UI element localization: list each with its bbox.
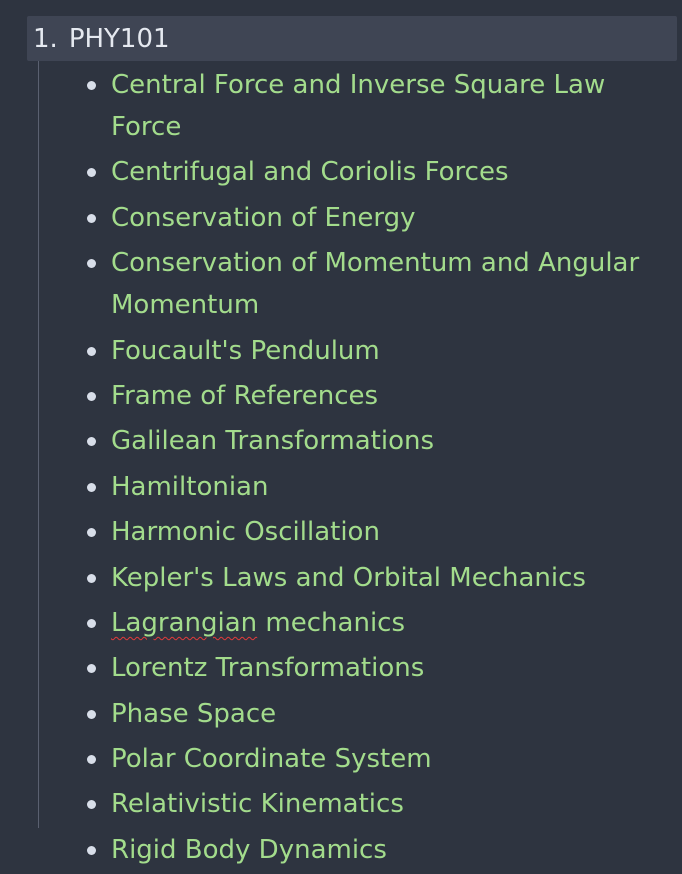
bullet-icon — [87, 800, 96, 810]
list-item[interactable]: Centrifugal and Coriolis Forces — [82, 151, 662, 193]
list-item[interactable]: Conservation of Momentum and Angular Mom… — [82, 242, 662, 326]
list-item-text: Hamiltonian — [111, 471, 269, 502]
list-item-text: Lorentz Transformations — [111, 653, 425, 684]
bullet-icon — [87, 346, 96, 356]
list-item-text: Centrifugal and Coriolis Forces — [111, 157, 509, 188]
list-item-text: Harmonic Oscillation — [111, 517, 380, 548]
list-item[interactable]: Kepler's Laws and Orbital Mechanics — [82, 557, 662, 599]
topic-list: Central Force and Inverse Square Law For… — [82, 64, 662, 874]
bullet-icon — [87, 618, 96, 628]
list-item-text: Kepler's Laws and Orbital Mechanics — [111, 562, 586, 593]
list-item[interactable]: Harmonic Oscillation — [82, 511, 662, 553]
outline-editor: 1. PHY101 Central Force and Inverse Squa… — [0, 0, 682, 865]
bullet-icon — [87, 213, 96, 223]
list-item-text: Frame of References — [111, 380, 379, 411]
list-item[interactable]: Central Force and Inverse Square Law For… — [82, 64, 662, 148]
list-item-text: Rigid Body Dynamics — [111, 834, 387, 865]
bullet-icon — [87, 755, 96, 765]
indent-guide-line — [38, 61, 39, 828]
list-item[interactable]: Rigid Body Dynamics — [82, 829, 662, 871]
outline-header-row[interactable]: 1. PHY101 — [27, 16, 677, 61]
list-item[interactable]: Polar Coordinate System — [82, 738, 662, 780]
list-item-text: Phase Space — [111, 698, 277, 729]
outline-header-title: PHY101 — [68, 23, 170, 54]
bullet-icon — [87, 81, 96, 90]
list-item-text: mechanics — [257, 607, 406, 638]
bullet-icon — [87, 437, 96, 447]
list-item[interactable]: Relativistic Kinematics — [82, 783, 662, 825]
list-item[interactable]: Hamiltonian — [82, 466, 662, 508]
list-item-text: Central Force and Inverse Square Law For… — [111, 70, 606, 142]
bullet-icon — [87, 709, 96, 719]
list-item[interactable]: Phase Space — [82, 693, 662, 735]
list-item[interactable]: Frame of References — [82, 375, 662, 417]
list-item-text: Conservation of Momentum and Angular Mom… — [111, 248, 640, 321]
bullet-icon — [87, 573, 96, 583]
list-number: 1. — [33, 23, 58, 54]
list-item[interactable]: Lorentz Transformations — [82, 647, 662, 689]
bullet-icon — [87, 168, 96, 178]
list-item-text: Polar Coordinate System — [111, 744, 432, 775]
bullet-icon — [87, 664, 96, 674]
list-item-text: Conservation of Energy — [111, 202, 416, 233]
misspelled-word[interactable]: Lagrangian — [111, 608, 257, 638]
bullet-icon — [87, 259, 96, 269]
list-item[interactable]: Foucault's Pendulum — [82, 330, 662, 372]
list-item-text: Galilean Transformations — [111, 426, 435, 457]
list-item[interactable]: Conservation of Energy — [82, 197, 662, 239]
bullet-icon — [87, 391, 96, 401]
list-item[interactable]: Lagrangian mechanics — [82, 602, 662, 644]
bullet-icon — [87, 482, 96, 492]
bullet-icon — [87, 845, 96, 855]
list-item-text: Foucault's Pendulum — [111, 335, 380, 366]
list-item-text: Relativistic Kinematics — [111, 789, 404, 820]
bullet-icon — [87, 528, 96, 538]
list-item[interactable]: Galilean Transformations — [82, 420, 662, 462]
